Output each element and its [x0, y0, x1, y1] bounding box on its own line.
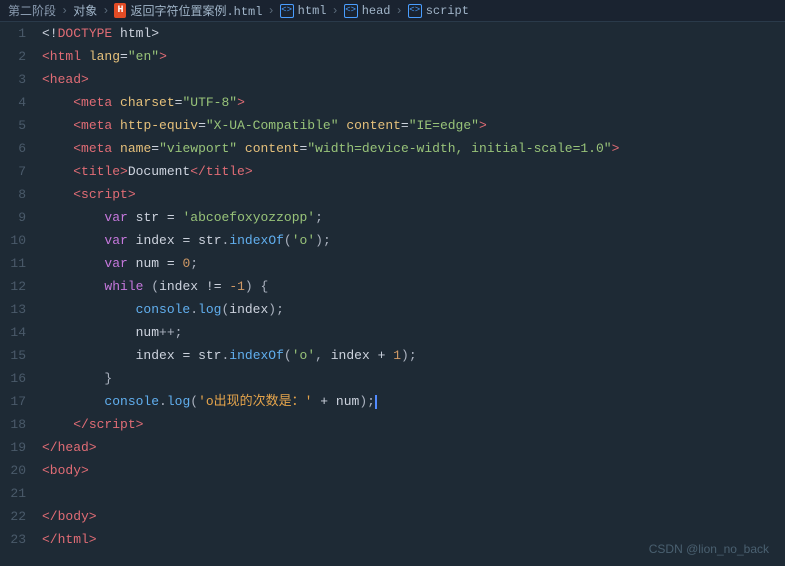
line-content-21 [38, 482, 785, 505]
tag-icon-html: <> [280, 4, 294, 18]
line-content-15: index = str.indexOf('o', index + 1); [38, 344, 785, 367]
line-content-11: var num = 0; [38, 252, 785, 275]
breadcrumb: 第二阶段 › 对象 › H 返回字符位置案例.html › <> html › … [0, 0, 785, 22]
line-num-14: 14 [0, 321, 38, 344]
line-content-10: var index = str.indexOf('o'); [38, 229, 785, 252]
line-num-3: 3 [0, 68, 38, 91]
watermark: CSDN @lion_no_back [649, 542, 769, 556]
line-num-4: 4 [0, 91, 38, 114]
sep4: › [331, 4, 338, 18]
line-num-5: 5 [0, 114, 38, 137]
code-line-12: 12 while (index != -1) { [0, 275, 785, 298]
line-num-7: 7 [0, 160, 38, 183]
sep2: › [102, 4, 109, 18]
line-content-18: </script> [38, 413, 785, 436]
line-content-13: console.log(index); [38, 298, 785, 321]
code-line-10: 10 var index = str.indexOf('o'); [0, 229, 785, 252]
breadcrumb-script: script [426, 4, 469, 18]
code-line-20: 20 <body> [0, 459, 785, 482]
line-content-3: <head> [38, 68, 785, 91]
line-num-1: 1 [0, 22, 38, 45]
line-num-8: 8 [0, 183, 38, 206]
sep5: › [396, 4, 403, 18]
code-line-6: 6 <meta name="viewport" content="width=d… [0, 137, 785, 160]
code-line-13: 13 console.log(index); [0, 298, 785, 321]
line-content-14: num++; [38, 321, 785, 344]
breadcrumb-file: 返回字符位置案例.html [130, 2, 262, 19]
line-num-17: 17 [0, 390, 38, 413]
code-line-19: 19 </head> [0, 436, 785, 459]
line-num-11: 11 [0, 252, 38, 275]
code-line-11: 11 var num = 0; [0, 252, 785, 275]
line-content-4: <meta charset="UTF-8"> [38, 91, 785, 114]
code-line-14: 14 num++; [0, 321, 785, 344]
line-num-13: 13 [0, 298, 38, 321]
line-num-2: 2 [0, 45, 38, 68]
code-line-4: 4 <meta charset="UTF-8"> [0, 91, 785, 114]
line-content-8: <script> [38, 183, 785, 206]
line-num-9: 9 [0, 206, 38, 229]
line-num-20: 20 [0, 459, 38, 482]
line-num-19: 19 [0, 436, 38, 459]
breadcrumb-obj: 对象 [73, 2, 97, 19]
code-editor: 1 <!DOCTYPE html> 2 <html lang="en"> 3 <… [0, 22, 785, 566]
line-num-22: 22 [0, 505, 38, 528]
line-content-12: while (index != -1) { [38, 275, 785, 298]
line-num-18: 18 [0, 413, 38, 436]
code-line-9: 9 var str = 'abcoefoxyozzopp'; [0, 206, 785, 229]
line-num-10: 10 [0, 229, 38, 252]
breadcrumb-stage: 第二阶段 [8, 2, 56, 19]
line-content-16: } [38, 367, 785, 390]
line-content-20: <body> [38, 459, 785, 482]
tag-icon-head: <> [344, 4, 358, 18]
line-content-9: var str = 'abcoefoxyozzopp'; [38, 206, 785, 229]
code-line-5: 5 <meta http-equiv="X-UA-Compatible" con… [0, 114, 785, 137]
tag-icon-script: <> [408, 4, 422, 18]
code-line-2: 2 <html lang="en"> [0, 45, 785, 68]
code-line-1: 1 <!DOCTYPE html> [0, 22, 785, 45]
line-content-17: console.log('o出现的次数是：' + num); [38, 390, 785, 413]
sep1: › [61, 4, 68, 18]
line-content-7: <title>Document</title> [38, 160, 785, 183]
code-line-7: 7 <title>Document</title> [0, 160, 785, 183]
code-line-8: 8 <script> [0, 183, 785, 206]
code-line-17: 17 console.log('o出现的次数是：' + num); [0, 390, 785, 413]
breadcrumb-html: html [298, 4, 327, 18]
code-line-16: 16 } [0, 367, 785, 390]
code-line-22: 22 </body> [0, 505, 785, 528]
line-content-5: <meta http-equiv="X-UA-Compatible" conte… [38, 114, 785, 137]
line-num-21: 21 [0, 482, 38, 505]
breadcrumb-head: head [362, 4, 391, 18]
line-content-2: <html lang="en"> [38, 45, 785, 68]
line-num-23: 23 [0, 528, 38, 551]
code-line-21: 21 [0, 482, 785, 505]
line-content-6: <meta name="viewport" content="width=dev… [38, 137, 785, 160]
code-line-18: 18 </script> [0, 413, 785, 436]
line-num-12: 12 [0, 275, 38, 298]
line-num-16: 16 [0, 367, 38, 390]
code-line-15: 15 index = str.indexOf('o', index + 1); [0, 344, 785, 367]
line-content-22: </body> [38, 505, 785, 528]
line-num-15: 15 [0, 344, 38, 367]
html5-icon: H [114, 3, 126, 18]
code-line-3: 3 <head> [0, 68, 785, 91]
line-num-6: 6 [0, 137, 38, 160]
sep3: › [267, 4, 274, 18]
line-content-1: <!DOCTYPE html> [38, 22, 785, 45]
line-content-19: </head> [38, 436, 785, 459]
